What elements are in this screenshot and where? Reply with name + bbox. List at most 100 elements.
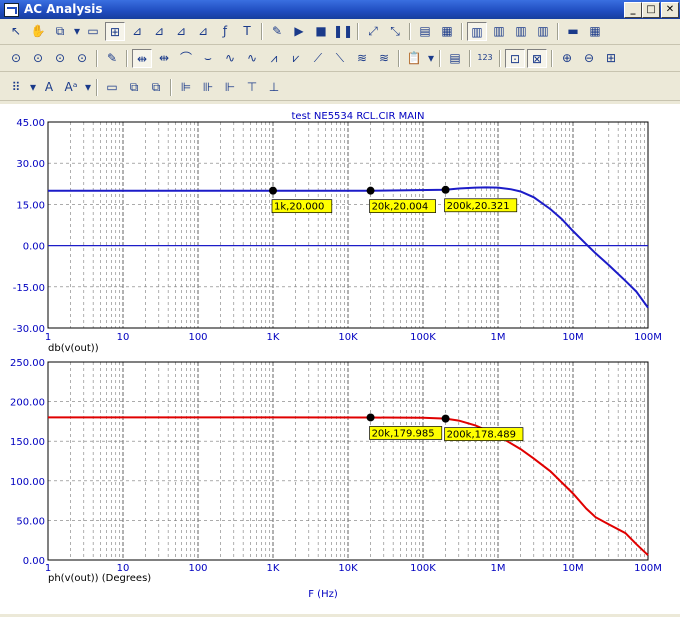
ungroup-icon[interactable]: ⧉ — [146, 78, 166, 97]
y-tick-label: 200.00 — [10, 398, 45, 409]
cursor-mode-2-icon[interactable]: ⊙ — [28, 49, 48, 68]
inflection-icon[interactable]: ∿ — [220, 49, 240, 68]
title-bar: AC Analysis _ □ ✕ — [0, 0, 680, 19]
grid-dots-icon[interactable]: ⠿ — [6, 78, 26, 97]
dropdown-arrow-icon[interactable]: ▾ — [426, 49, 436, 68]
x-tick-label: 10M — [562, 563, 583, 574]
pause-icon[interactable]: ❚❚ — [333, 22, 353, 41]
graph-flip-icon[interactable]: ⊿ — [171, 22, 191, 41]
x-tick-label: 1M — [491, 332, 506, 343]
align-center-icon[interactable]: ⊪ — [198, 78, 218, 97]
align-bottom-icon[interactable]: ⊥ — [264, 78, 284, 97]
toolbar-separator — [557, 23, 559, 40]
minimize-button[interactable]: _ — [624, 2, 642, 18]
text-icon[interactable]: T — [237, 22, 257, 41]
bring-front-icon[interactable]: ▭ — [102, 78, 122, 97]
slope-icon[interactable]: ∿ — [242, 49, 262, 68]
stop-icon[interactable]: ■ — [311, 22, 331, 41]
close-button[interactable]: ✕ — [661, 2, 679, 18]
peak-icon[interactable]: ⇹ — [132, 49, 152, 68]
cursor-mode-1-icon[interactable]: ⊙ — [6, 49, 26, 68]
y-tick-label: -30.00 — [13, 324, 45, 335]
valley-icon[interactable]: ⇹ — [154, 49, 174, 68]
fit-all-icon[interactable]: ⊠ — [527, 49, 547, 68]
global-low-icon[interactable]: ⩗ — [286, 49, 306, 68]
format-toolbar: ⠿ ▾ A Aᵃ ▾ ▭ ⧉ ⧉ ⊫ ⊪ ⊩ ⊤ ⊥ — [0, 76, 680, 101]
zoom-out-icon[interactable]: ⊖ — [579, 49, 599, 68]
toolbar-separator — [409, 23, 411, 40]
marker-label: 200k,178.489 — [447, 430, 516, 441]
y-tick-label: 0.00 — [23, 556, 45, 567]
scale-icon[interactable]: ⊞ — [105, 22, 125, 41]
align-top-icon[interactable]: ⊤ — [242, 78, 262, 97]
toolbar-separator — [551, 50, 553, 67]
marker-label: 20k,179.985 — [372, 428, 435, 439]
stack-h-icon[interactable]: ▬ — [563, 22, 583, 41]
dropdown-arrow-icon[interactable]: ▾ — [83, 78, 93, 97]
marker-point — [366, 186, 375, 195]
low-icon[interactable]: ⌣ — [198, 49, 218, 68]
bottom-icon[interactable]: ⟍ — [330, 49, 350, 68]
font-icon[interactable]: A — [39, 78, 59, 97]
valley-list-icon[interactable]: ≋ — [374, 49, 394, 68]
y-tick-label: 250.00 — [10, 358, 45, 369]
x-tick-label: 10M — [562, 332, 583, 343]
group-icon[interactable]: ⧉ — [124, 78, 144, 97]
dropdown-arrow-icon[interactable]: ▾ — [72, 22, 82, 41]
global-high-icon[interactable]: ⩘ — [264, 49, 284, 68]
ac-analysis-chart[interactable]: 45.00 30.00 15.00 0.00 -15.00 -30.001 10 100 1K 1… — [0, 104, 680, 614]
grid-icon[interactable]: ▦ — [437, 22, 457, 41]
align-left-icon[interactable]: ⊫ — [176, 78, 196, 97]
y-tick-label: -15.00 — [13, 283, 45, 294]
window-icon[interactable]: ▭ — [83, 22, 103, 41]
select-icon[interactable]: ↖ — [6, 22, 26, 41]
toolbar-separator — [126, 50, 128, 67]
marker-point — [441, 185, 450, 194]
zoom-in-icon[interactable]: ⊕ — [557, 49, 577, 68]
layout-3-icon[interactable]: ▥ — [511, 22, 531, 41]
high-icon[interactable]: ⌒ — [176, 49, 196, 68]
font-size-icon[interactable]: Aᵃ — [61, 78, 81, 97]
fit-icon[interactable]: ⊡ — [505, 49, 525, 68]
x-axis-label: F (Hz) — [308, 589, 338, 600]
properties-icon[interactable]: ✎ — [267, 22, 287, 41]
graph-icon[interactable]: ⊿ — [127, 22, 147, 41]
clipboard-icon[interactable]: 📋 — [404, 49, 424, 68]
label-icon[interactable]: ✎ — [102, 49, 122, 68]
y-tick-label: 0.00 — [23, 242, 45, 253]
marker-label: 1k,20.000 — [274, 202, 324, 213]
toolbar-separator — [439, 50, 441, 67]
peak-list-icon[interactable]: ≋ — [352, 49, 372, 68]
x-tick-label: 1K — [267, 563, 280, 574]
x-tick-label: 1 — [45, 332, 51, 343]
maximize-button[interactable]: □ — [642, 2, 660, 18]
y-tick-label: 150.00 — [10, 437, 45, 448]
cursor-mode-3-icon[interactable]: ⊙ — [50, 49, 70, 68]
copy-icon[interactable]: ⧉ — [50, 22, 70, 41]
layout-2-icon[interactable]: ▥ — [489, 22, 509, 41]
toolbar-separator — [499, 50, 501, 67]
marker-label: 20k,20.004 — [372, 202, 429, 213]
table-icon[interactable]: ▤ — [415, 22, 435, 41]
app-icon — [4, 3, 19, 17]
layout-4-icon[interactable]: ▥ — [533, 22, 553, 41]
cursor-mode-4-icon[interactable]: ⊙ — [72, 49, 92, 68]
dropdown-arrow-icon[interactable]: ▾ — [28, 78, 38, 97]
numeric-icon[interactable]: 123 — [475, 49, 495, 68]
top-icon[interactable]: ⟋ — [308, 49, 328, 68]
run-icon[interactable]: ▶ — [289, 22, 309, 41]
add-curve-icon[interactable]: ⤢ — [363, 22, 383, 41]
layout-1-icon[interactable]: ▥ — [467, 22, 487, 41]
pan-hand-icon[interactable]: ✋ — [28, 22, 48, 41]
graph-down-icon[interactable]: ⊿ — [193, 22, 213, 41]
x-tick-label: 100M — [634, 563, 662, 574]
notes-icon[interactable]: ▤ — [445, 49, 465, 68]
zoom-region-icon[interactable]: ⊞ — [601, 49, 621, 68]
toolbar-separator — [96, 79, 98, 96]
toolbar-separator — [96, 50, 98, 67]
delete-curve-icon[interactable]: ⤡ — [385, 22, 405, 41]
graph-edit-icon[interactable]: ⊿ — [149, 22, 169, 41]
function-icon[interactable]: ƒ — [215, 22, 235, 41]
align-right-icon[interactable]: ⊩ — [220, 78, 240, 97]
stack-grid-icon[interactable]: ▦ — [585, 22, 605, 41]
